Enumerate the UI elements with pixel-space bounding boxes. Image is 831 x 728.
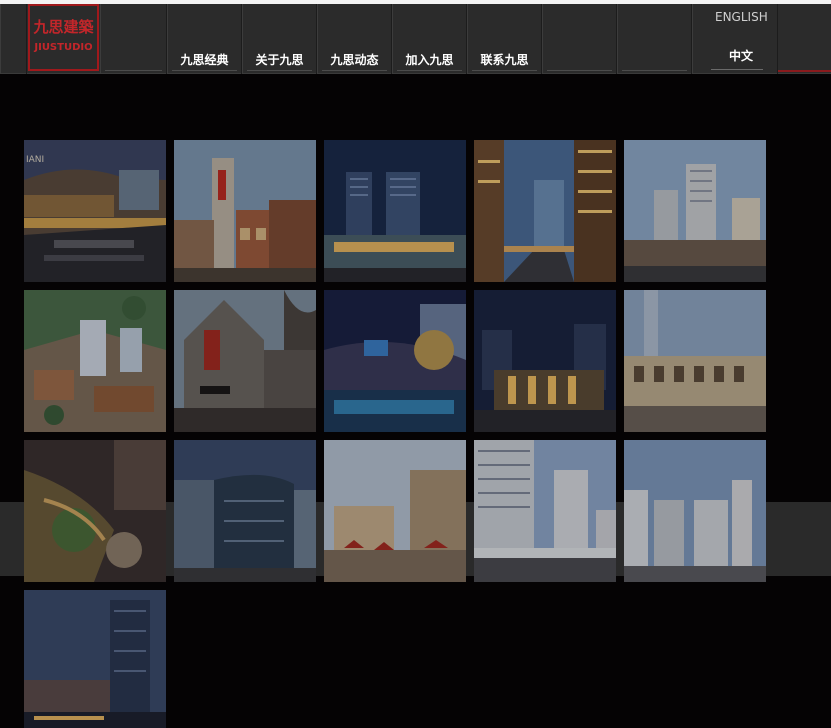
nav-label: 九思经典 (180, 53, 229, 67)
project-thumb-aerial-complex[interactable] (24, 290, 166, 432)
lang-underline (711, 69, 763, 70)
nav-label: 关于九思 (255, 53, 304, 67)
nav-item-contact[interactable]: 联系九思 (467, 4, 542, 74)
project-thumb-street-tower[interactable] (174, 140, 316, 282)
header-spacer (542, 4, 617, 74)
project-thumb-market-square[interactable] (324, 440, 466, 582)
project-thumb-lit-facade[interactable] (474, 290, 616, 432)
nav-item-about[interactable]: 关于九思 (242, 4, 317, 74)
header-spacer (100, 4, 167, 74)
nav-item-classics[interactable]: 九思经典 (167, 4, 242, 74)
language-switcher: ENGLISH 中文 (692, 4, 778, 74)
nav-item-news[interactable]: 九思动态 (317, 4, 392, 74)
logo[interactable]: 九思建築 JIUSTUDIO (28, 4, 99, 71)
project-thumb-classic-arcade[interactable] (624, 290, 766, 432)
nav-label: 加入九思 (405, 53, 454, 67)
project-thumb-glass-mall[interactable] (174, 440, 316, 582)
project-thumb-evening-avenue[interactable] (474, 140, 616, 282)
nav-label: 九思动态 (330, 53, 379, 67)
project-thumb-night-highrise[interactable] (324, 140, 466, 282)
header-spacer (0, 4, 27, 74)
project-thumb-shopping-plaza[interactable]: IANI (24, 140, 166, 282)
site-header: 九思建築 JIUSTUDIO 九思经典 关于九思 九思动态 加入九思 联系九思 … (0, 4, 831, 74)
project-thumb-city-blocks[interactable] (624, 440, 766, 582)
nav-label: 联系九思 (480, 53, 529, 67)
project-thumb-highrise-street[interactable] (474, 440, 616, 582)
project-thumb-dusk-tower[interactable] (24, 590, 166, 728)
project-thumb-residential-towers[interactable] (624, 140, 766, 282)
project-thumb-aerial-garden[interactable] (24, 440, 166, 582)
project-gallery: IANI (24, 140, 766, 728)
nav-item-join[interactable]: 加入九思 (392, 4, 467, 74)
lang-english-link[interactable]: ENGLISH (715, 10, 768, 24)
project-thumb-night-mall[interactable] (324, 290, 466, 432)
logo-text-cn: 九思建築 (33, 18, 94, 36)
header-spacer (617, 4, 692, 74)
page: 九思建築 JIUSTUDIO 九思经典 关于九思 九思动态 加入九思 联系九思 … (0, 0, 831, 728)
lang-chinese-link[interactable]: 中文 (729, 47, 753, 64)
logo-text-en: JIUSTUDIO (34, 42, 93, 53)
accent-line (778, 70, 831, 72)
project-thumb-brick-gable[interactable] (174, 290, 316, 432)
